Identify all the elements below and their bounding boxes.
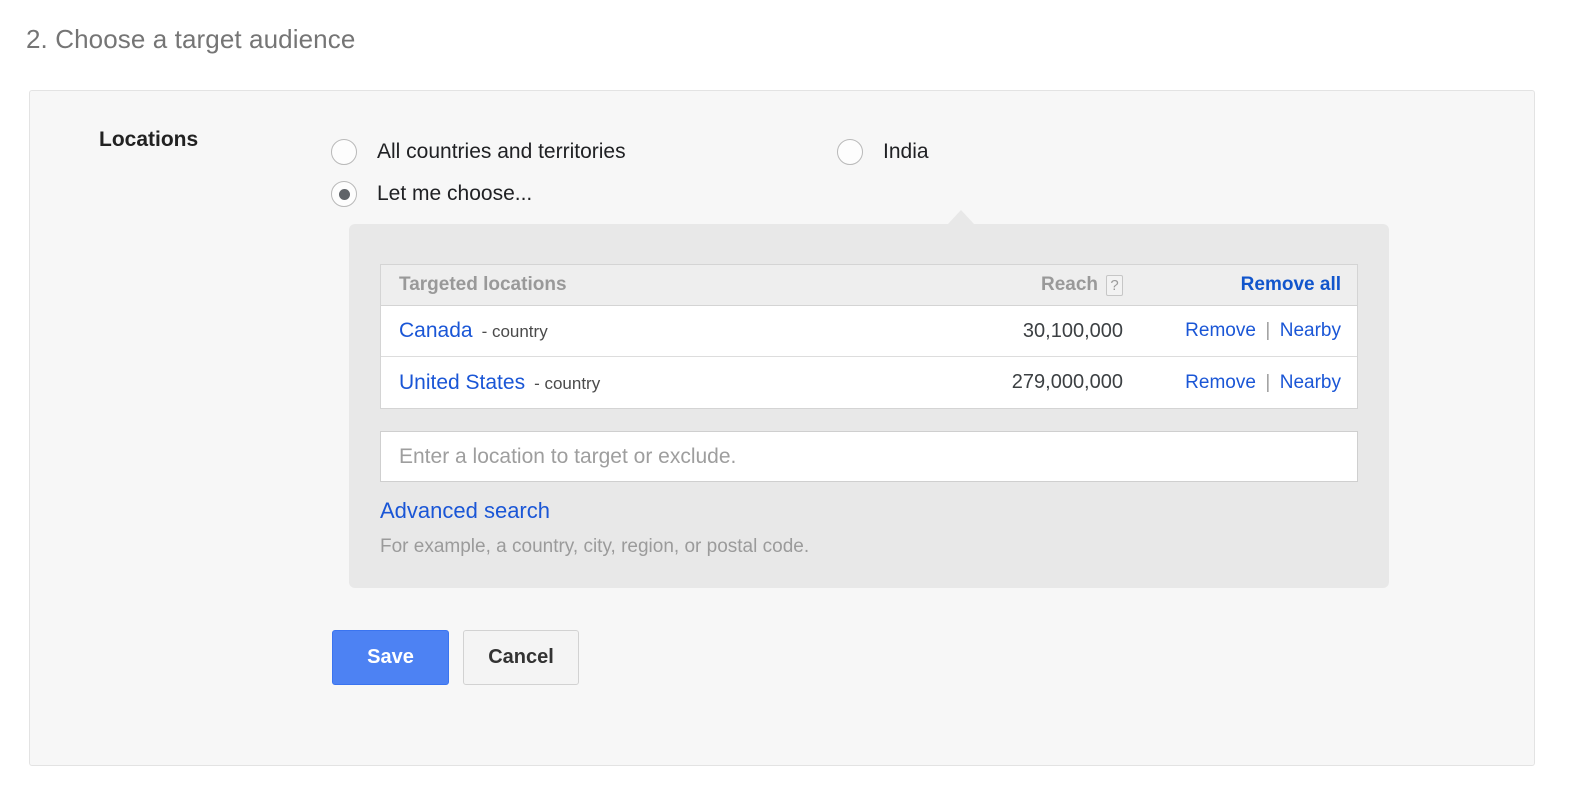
page-title: 2. Choose a target audience bbox=[26, 24, 355, 55]
locations-section-label: Locations bbox=[99, 128, 198, 152]
location-name-link[interactable]: United States bbox=[399, 371, 525, 395]
table-header-row: Targeted locations Reach ? Remove all bbox=[381, 265, 1357, 306]
nearby-link[interactable]: Nearby bbox=[1280, 320, 1341, 341]
table-row: Canada - country 30,100,000 Remove | Nea… bbox=[381, 306, 1357, 357]
action-separator: | bbox=[1265, 320, 1270, 341]
action-separator: | bbox=[1265, 372, 1270, 393]
save-button[interactable]: Save bbox=[332, 630, 449, 685]
row-actions-cell: Remove | Nearby bbox=[1149, 372, 1357, 394]
location-hint-text: For example, a country, city, region, or… bbox=[380, 536, 809, 558]
header-cell-locations: Targeted locations bbox=[399, 274, 959, 296]
radio-icon-all-countries[interactable] bbox=[331, 139, 357, 165]
row-reach-cell: 30,100,000 bbox=[959, 320, 1149, 343]
advanced-search-link[interactable]: Advanced search bbox=[380, 498, 550, 524]
row-reach-cell: 279,000,000 bbox=[959, 371, 1149, 394]
header-cell-reach: Reach ? bbox=[959, 274, 1149, 296]
row-location-cell: Canada - country bbox=[399, 319, 959, 343]
targeted-locations-table: Targeted locations Reach ? Remove all Ca… bbox=[380, 264, 1358, 409]
cancel-button[interactable]: Cancel bbox=[463, 630, 579, 685]
remove-link[interactable]: Remove bbox=[1185, 372, 1256, 393]
row-location-cell: United States - country bbox=[399, 371, 959, 395]
panel-caret-icon bbox=[948, 210, 974, 224]
radio-label-let-me-choose[interactable]: Let me choose... bbox=[377, 182, 532, 206]
reach-help-icon[interactable]: ? bbox=[1106, 275, 1123, 296]
row-actions-cell: Remove | Nearby bbox=[1149, 320, 1357, 342]
radio-label-india[interactable]: India bbox=[883, 140, 929, 164]
header-cell-actions: Remove all bbox=[1149, 274, 1357, 296]
table-row: United States - country 279,000,000 Remo… bbox=[381, 357, 1357, 408]
remove-link[interactable]: Remove bbox=[1185, 320, 1256, 341]
location-name-link[interactable]: Canada bbox=[399, 319, 473, 343]
radio-option-let-me-choose[interactable]: Let me choose... bbox=[331, 181, 532, 207]
radio-label-all-countries[interactable]: All countries and territories bbox=[377, 140, 626, 164]
radio-option-all-countries[interactable]: All countries and territories bbox=[331, 139, 626, 165]
radio-icon-india[interactable] bbox=[837, 139, 863, 165]
location-type-label: - country bbox=[482, 322, 548, 342]
radio-icon-let-me-choose[interactable] bbox=[331, 181, 357, 207]
location-search-input[interactable] bbox=[380, 431, 1358, 482]
remove-all-link[interactable]: Remove all bbox=[1241, 274, 1341, 295]
nearby-link[interactable]: Nearby bbox=[1280, 372, 1341, 393]
radio-option-india[interactable]: India bbox=[837, 139, 929, 165]
location-type-label: - country bbox=[534, 374, 600, 394]
